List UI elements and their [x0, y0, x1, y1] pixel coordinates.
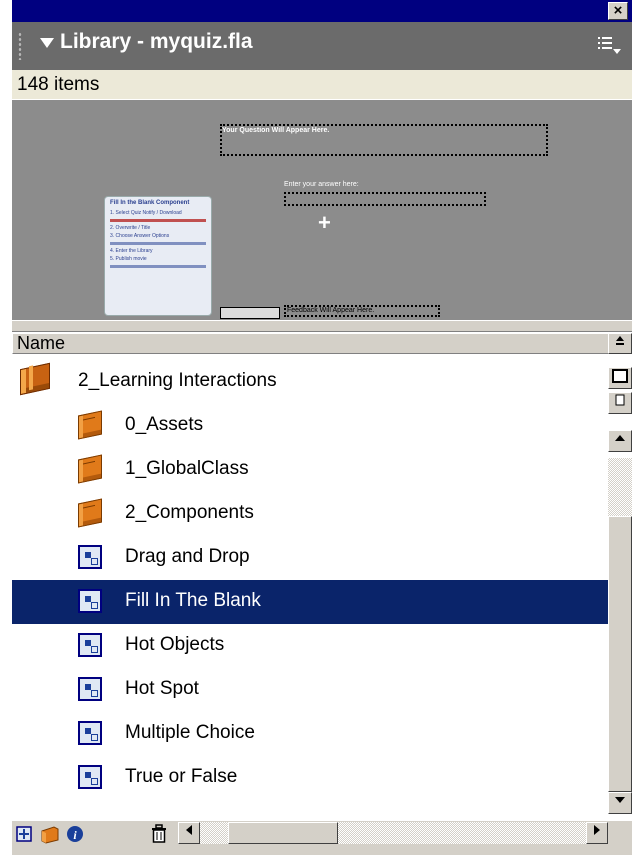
drag-grip-icon[interactable] [18, 32, 22, 60]
close-icon: × [613, 2, 623, 19]
vertical-scroll-track[interactable] [608, 458, 632, 516]
scroll-down-button[interactable] [608, 792, 632, 814]
folder-icon [78, 410, 102, 440]
list-item[interactable]: Drag and Drop [12, 536, 608, 580]
list-item-label: 2_Components [125, 502, 254, 523]
scroll-left-button[interactable] [178, 822, 200, 844]
folder-icon [78, 498, 102, 528]
list-item[interactable]: 0_Assets [12, 404, 608, 448]
preview-feedback-text: Feedback Will Appear Here. [287, 307, 375, 314]
collapse-arrow-icon[interactable] [40, 38, 54, 48]
list-item-label: Fill In The Blank [125, 590, 261, 611]
movie-clip-icon [78, 545, 102, 569]
item-count: 148 items [17, 74, 100, 95]
library-item-list[interactable]: 2_Learning Interactions 0_Assets 1_Globa… [12, 354, 608, 820]
preview-button [220, 307, 280, 319]
vertical-scroll-thumb[interactable] [608, 516, 632, 792]
list-item-label: 1_GlobalClass [125, 458, 249, 479]
open-folder-icon [20, 362, 50, 396]
preview-question-text: Your Question Will Appear Here. [222, 127, 330, 134]
folder-icon [78, 454, 102, 484]
registration-crosshair-icon: + [318, 210, 331, 235]
column-header[interactable] [12, 333, 608, 354]
list-item[interactable]: 1_GlobalClass [12, 448, 608, 492]
new-symbol-icon [16, 826, 32, 842]
arrow-left-icon [186, 825, 192, 835]
scroll-right-button[interactable] [586, 822, 608, 844]
delete-button[interactable] [150, 824, 168, 844]
preview-card-step: 1. Select Quiz Notify / Download [110, 210, 182, 216]
preview-card-title: Fill In the Blank Component [110, 200, 190, 206]
arrow-right-icon [594, 825, 600, 835]
preview-card-step: 4. Enter the Library [110, 248, 153, 254]
wide-view-icon [612, 369, 628, 383]
preview-card-step: 3. Choose Answer Options [110, 233, 170, 239]
list-item-label: Hot Spot [125, 678, 199, 699]
preview-answer-prompt: Enter your answer here: [284, 181, 359, 188]
list-item[interactable]: Multiple Choice [12, 712, 608, 756]
list-item[interactable]: 2_Components [12, 492, 608, 536]
trash-icon [152, 824, 166, 843]
horizontal-scroll-thumb[interactable] [228, 822, 338, 844]
new-symbol-button[interactable] [16, 826, 32, 842]
narrow-view-icon [615, 394, 625, 406]
movie-clip-icon [78, 633, 102, 657]
column-name-label[interactable]: Name [17, 333, 65, 354]
wide-state-button[interactable] [608, 367, 632, 389]
preview-instruction-card: Fill In the Blank Component 1. Select Qu… [104, 196, 212, 316]
item-count-bar [12, 70, 632, 99]
preview-card-step: 5. Publish movie [110, 256, 147, 262]
movie-clip-icon [78, 677, 102, 701]
movie-clip-icon [78, 765, 102, 789]
list-item-label: True or False [125, 766, 238, 787]
scroll-up-button[interactable] [608, 430, 632, 452]
preview-answer-field [284, 192, 486, 206]
list-item-label: Multiple Choice [125, 722, 255, 743]
arrow-down-icon [615, 797, 625, 803]
arrow-up-icon [615, 435, 625, 441]
window-title-bar[interactable] [12, 0, 632, 22]
list-item[interactable]: Hot Objects [12, 624, 608, 668]
list-item[interactable]: Hot Spot [12, 668, 608, 712]
new-folder-icon [41, 826, 59, 844]
list-item-selected[interactable]: Fill In The Blank [12, 580, 608, 624]
properties-icon: i [67, 826, 83, 842]
sort-order-button[interactable] [608, 333, 632, 354]
panel-options-icon[interactable] [596, 34, 624, 58]
list-item-label: 0_Assets [125, 414, 204, 435]
preview-card-step: 2. Overwrite / Title [110, 225, 151, 231]
list-item-label: Drag and Drop [125, 546, 250, 567]
sort-icon [616, 336, 624, 345]
list-item-label: Hot Objects [125, 634, 225, 655]
movie-clip-icon [78, 589, 102, 613]
list-item[interactable]: 2_Learning Interactions [12, 360, 608, 404]
list-item-label: 2_Learning Interactions [78, 370, 277, 391]
list-item[interactable]: True or False [12, 756, 608, 800]
narrow-state-button[interactable] [608, 392, 632, 414]
preview-splitter[interactable] [12, 320, 632, 332]
movie-clip-icon [78, 721, 102, 745]
panel-title: Library - myquiz.fla [60, 30, 253, 53]
properties-button[interactable]: i [66, 825, 84, 843]
close-button[interactable]: × [608, 2, 628, 20]
new-folder-button[interactable] [40, 824, 60, 844]
